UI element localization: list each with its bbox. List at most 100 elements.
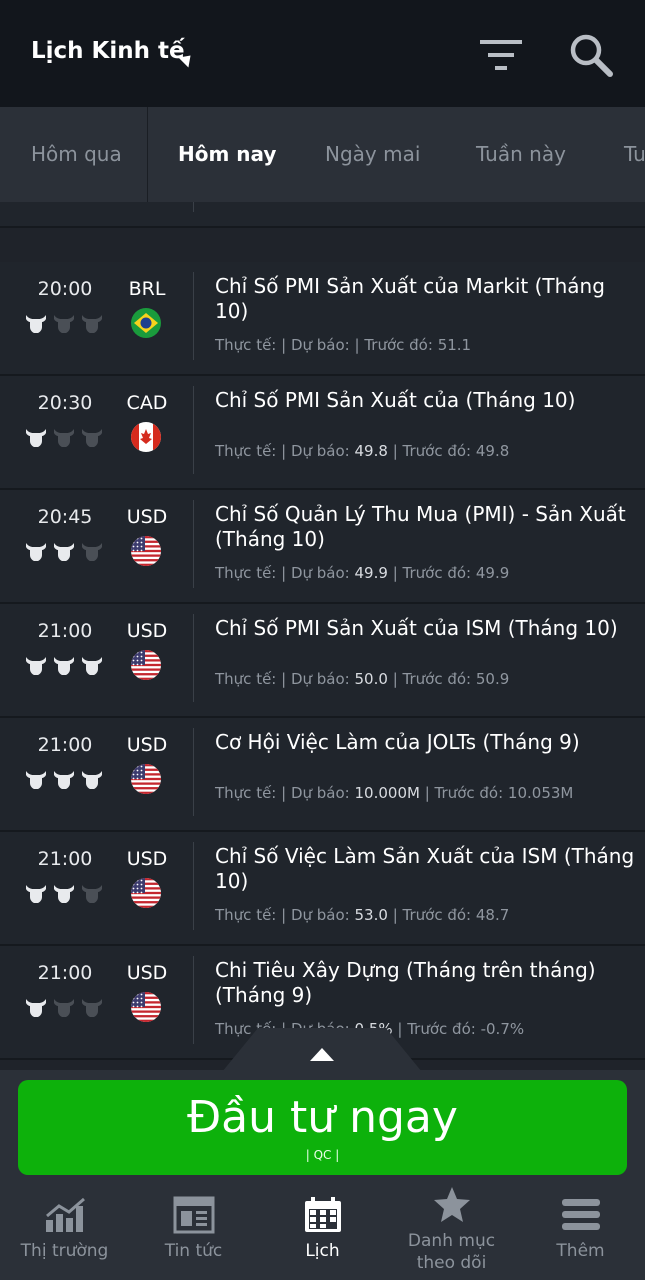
event-currency: USD bbox=[126, 734, 168, 756]
nav-news[interactable]: Tin tức bbox=[129, 1182, 258, 1280]
event-values: Thực tế: | Dự báo: | Trước đó: 51.1 bbox=[215, 336, 471, 354]
nav-label: Tin tức bbox=[164, 1241, 223, 1261]
usa-flag-icon bbox=[131, 878, 161, 908]
brazil-flag-icon bbox=[131, 308, 161, 338]
forecast-label: | Dự báo: bbox=[281, 442, 350, 460]
event-title[interactable]: Chỉ Số PMI Sản Xuất của Markit (Tháng 10… bbox=[215, 274, 635, 324]
row-divider bbox=[193, 842, 194, 930]
event-currency: BRL bbox=[128, 278, 166, 300]
forecast-label: | Dự báo: bbox=[281, 906, 350, 924]
forecast-label: | Dự báo: bbox=[281, 564, 350, 582]
forecast-value: 53.0 bbox=[354, 906, 388, 924]
previous-label: | Trước đó: bbox=[424, 784, 504, 802]
forecast-value: 50.0 bbox=[354, 670, 388, 688]
search-icon[interactable] bbox=[568, 32, 614, 78]
forecast-label: | Dự báo: bbox=[281, 670, 350, 688]
nav-label: Danh mục theo dõi bbox=[407, 1231, 496, 1273]
importance-bulls-icon bbox=[26, 885, 102, 903]
tab-today[interactable]: Hôm nay bbox=[178, 107, 276, 202]
usa-flag-icon bbox=[131, 992, 161, 1022]
ad-banner: Đầu tư ngay | QC | bbox=[0, 1070, 645, 1182]
ad-tag: | QC | bbox=[305, 1148, 340, 1162]
previous-label: | Trước đó: bbox=[392, 442, 472, 460]
importance-bulls-icon bbox=[26, 999, 102, 1017]
event-title[interactable]: Chi Tiêu Xây Dựng (Tháng trên tháng) (Th… bbox=[215, 958, 635, 1008]
event-time: 21:00 bbox=[37, 848, 93, 870]
event-currency: USD bbox=[126, 962, 168, 984]
row-divider bbox=[193, 272, 194, 360]
event-row[interactable]: 20:30 CAD Chỉ Số PMI Sản Xuất của (Tháng 1… bbox=[0, 376, 645, 490]
nav-more[interactable]: Thêm bbox=[516, 1182, 645, 1280]
row-divider bbox=[193, 202, 194, 212]
actual-label: Thực tế: bbox=[215, 906, 277, 924]
forecast-value: 49.9 bbox=[354, 564, 388, 582]
row-divider bbox=[193, 386, 194, 474]
tab-tomorrow[interactable]: Ngày mai bbox=[325, 107, 420, 202]
event-row[interactable]: 21:00 USD Chỉ Số Việc Làm Sản Xuất của ISM… bbox=[0, 832, 645, 946]
usa-flag-icon bbox=[131, 650, 161, 680]
row-divider bbox=[193, 614, 194, 702]
previous-label: | Trước đó: bbox=[397, 1020, 476, 1038]
usa-flag-icon bbox=[131, 764, 161, 794]
chart-icon bbox=[46, 1197, 85, 1232]
event-currency: USD bbox=[126, 848, 168, 870]
row-divider bbox=[193, 500, 194, 588]
filter-icon[interactable] bbox=[480, 38, 522, 72]
importance-bulls-icon bbox=[26, 315, 102, 333]
event-values: Thực tế: | Dự báo: 49.9 | Trước đó: 49.9 bbox=[215, 564, 509, 582]
date-tabs: Hôm qua Hôm nay Ngày mai Tuần này Tu bbox=[0, 107, 645, 202]
importance-bulls-icon bbox=[26, 657, 102, 675]
chevron-up-icon bbox=[310, 1048, 334, 1061]
previous-value: 50.9 bbox=[475, 670, 510, 688]
event-currency: USD bbox=[126, 620, 168, 642]
previous-label: | Trước đó: bbox=[354, 336, 433, 354]
actual-label: Thực tế: bbox=[215, 564, 277, 582]
tab-this-week[interactable]: Tuần này bbox=[476, 107, 566, 202]
event-title[interactable]: Chỉ Số Việc Làm Sản Xuất của ISM (Tháng … bbox=[215, 844, 635, 894]
event-title[interactable]: Cơ Hội Việc Làm của JOLTs (Tháng 9) bbox=[215, 730, 635, 755]
tab-divider bbox=[147, 107, 148, 202]
event-row[interactable]: Thực tế: | Dự báo: | Trước đó: 8.2% bbox=[0, 202, 645, 228]
nav-watchlist[interactable]: Danh mục theo dõi bbox=[387, 1182, 516, 1280]
event-row[interactable]: 21:00 USD Chỉ Số PMI Sản Xuất của ISM (Thá… bbox=[0, 604, 645, 718]
tab-next-week[interactable]: Tu bbox=[624, 107, 645, 202]
previous-value: 48.7 bbox=[475, 906, 510, 924]
top-bar: Lịch Kinh tế bbox=[0, 0, 645, 107]
event-list[interactable]: Thực tế: | Dự báo: | Trước đó: 8.2% 20:00… bbox=[0, 202, 645, 1070]
event-title[interactable]: Chỉ Số PMI Sản Xuất của (Tháng 10) bbox=[215, 388, 635, 413]
forecast-label: | Dự báo: bbox=[281, 784, 350, 802]
event-values: Thực tế: | Dự báo: 50.0 | Trước đó: 50.9 bbox=[215, 670, 509, 688]
nav-label: Lịch bbox=[305, 1241, 340, 1261]
nav-calendar[interactable]: Lịch bbox=[258, 1182, 387, 1280]
previous-label: | Trước đó: bbox=[392, 670, 472, 688]
previous-value: 51.1 bbox=[437, 336, 472, 354]
event-title[interactable]: Chỉ Số Quản Lý Thu Mua (PMI) - Sản Xuất … bbox=[215, 502, 635, 552]
event-time: 20:45 bbox=[37, 506, 93, 528]
event-row[interactable]: 20:45 USD Chỉ Số Quản Lý Thu Mua (PMI) - S… bbox=[0, 490, 645, 604]
event-values: Thực tế: | Dự báo: 10.000M | Trước đó: 1… bbox=[215, 784, 573, 802]
event-time: 21:00 bbox=[37, 962, 93, 984]
actual-label: Thực tế: bbox=[215, 670, 277, 688]
previous-value: 49.9 bbox=[475, 564, 510, 582]
previous-value: 10.053M bbox=[507, 784, 574, 802]
event-row[interactable]: 20:00 BRL Chỉ Số PMI Sản Xuất của Markit (… bbox=[0, 262, 645, 376]
event-currency: CAD bbox=[126, 392, 168, 414]
event-time: 21:00 bbox=[37, 734, 93, 756]
event-row[interactable]: 21:00 USD Cơ Hội Việc Làm của JOLTs (Tháng… bbox=[0, 718, 645, 832]
row-divider bbox=[193, 728, 194, 816]
invest-now-button[interactable]: Đầu tư ngay | QC | bbox=[18, 1080, 627, 1175]
bottom-navigation: Thị trường Tin tức Lịch Danh mục theo dõ… bbox=[0, 1182, 645, 1280]
event-time: 21:00 bbox=[37, 620, 93, 642]
canada-flag-icon bbox=[131, 422, 161, 452]
page-title[interactable]: Lịch Kinh tế bbox=[31, 38, 185, 64]
importance-bulls-icon bbox=[26, 543, 102, 561]
previous-value: 49.8 bbox=[475, 442, 510, 460]
calendar-icon bbox=[305, 1197, 341, 1232]
menu-icon bbox=[562, 1199, 600, 1230]
actual-label: Thực tế: bbox=[215, 784, 277, 802]
nav-markets[interactable]: Thị trường bbox=[0, 1182, 129, 1280]
nav-label: Thị trường bbox=[20, 1241, 109, 1261]
tab-yesterday[interactable]: Hôm qua bbox=[31, 107, 122, 202]
event-title[interactable]: Chỉ Số PMI Sản Xuất của ISM (Tháng 10) bbox=[215, 616, 635, 641]
actual-label: Thực tế: bbox=[215, 442, 277, 460]
